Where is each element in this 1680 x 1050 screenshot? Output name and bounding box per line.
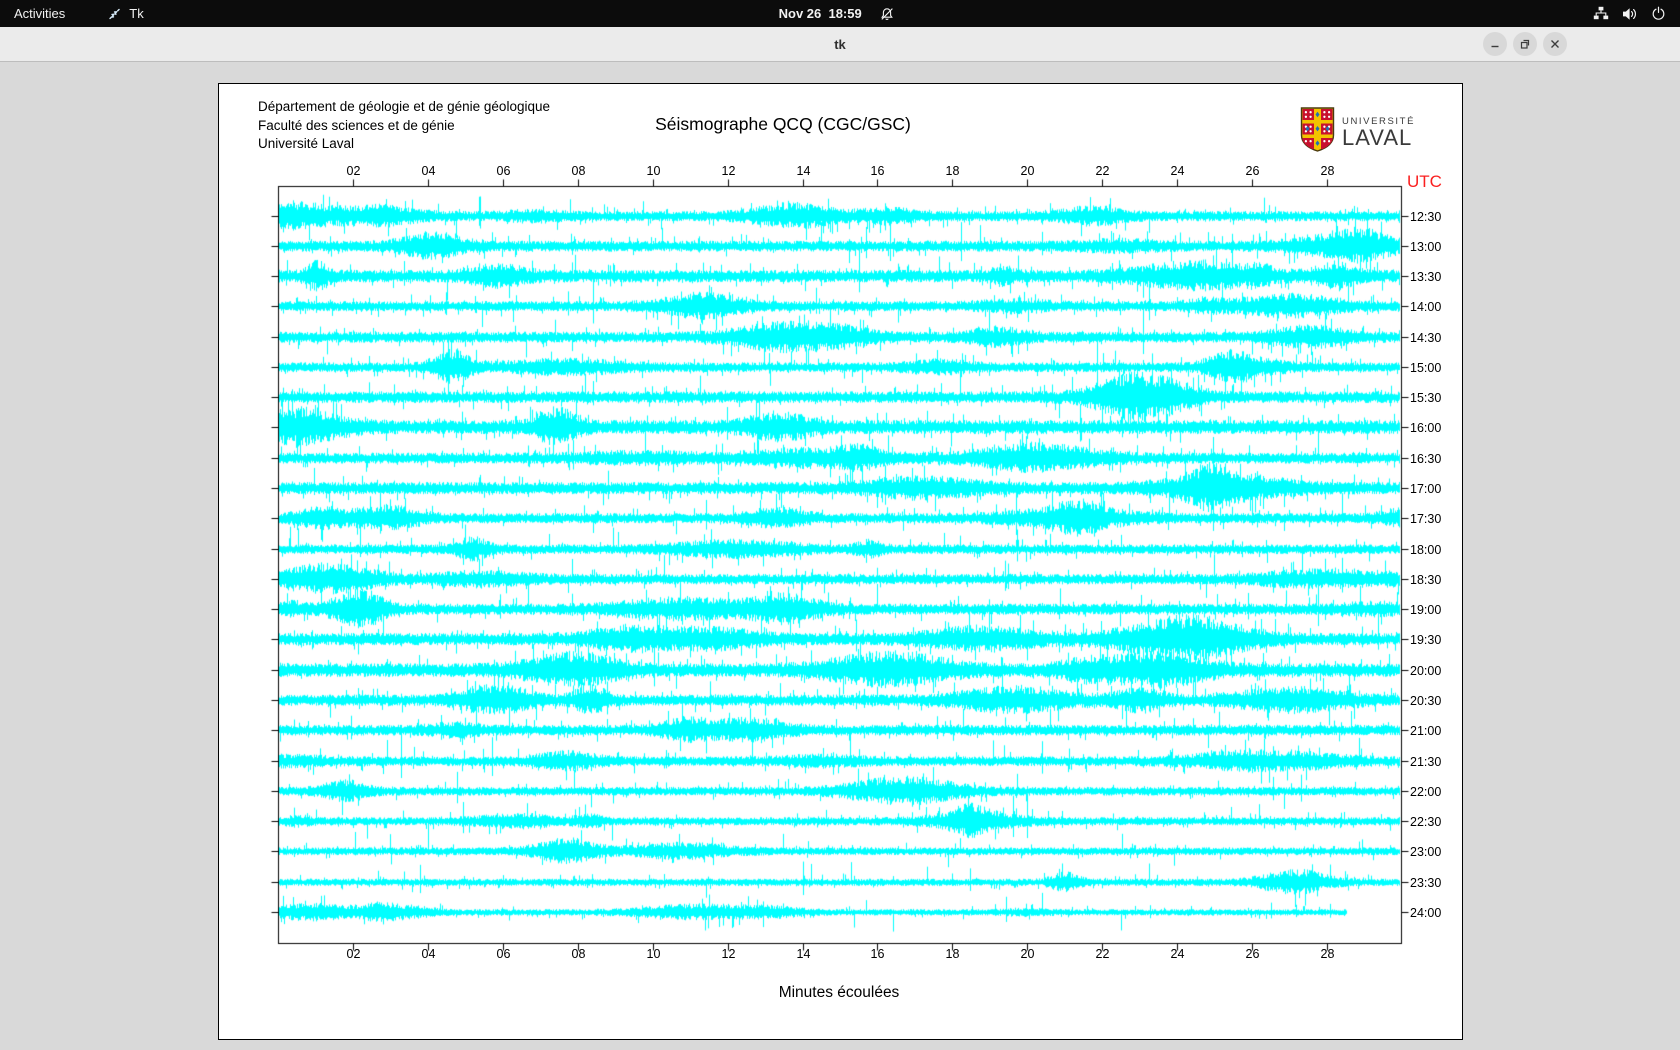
x-tick-label-bottom: 04 bbox=[416, 947, 442, 962]
x-tick-label-top: 14 bbox=[791, 164, 817, 179]
window-title: tk bbox=[0, 27, 1680, 62]
trace-time-label: 21:00 bbox=[1410, 723, 1441, 739]
trace-time-label: 15:00 bbox=[1410, 360, 1441, 376]
tk-feather-icon bbox=[107, 6, 122, 21]
minimize-button[interactable] bbox=[1483, 32, 1507, 56]
trace-time-label: 23:30 bbox=[1410, 875, 1441, 891]
x-tick-label-top: 26 bbox=[1240, 164, 1266, 179]
x-tick-label-top: 24 bbox=[1165, 164, 1191, 179]
seismograph-document: Département de géologie et de génie géol… bbox=[218, 83, 1463, 1040]
institution-line-2: Faculté des sciences et de génie bbox=[258, 117, 550, 136]
laval-wordmark: UNIVERSITÉ LAVAL bbox=[1342, 116, 1415, 148]
trace-time-label: 16:30 bbox=[1410, 451, 1441, 467]
trace-time-label: 13:30 bbox=[1410, 269, 1441, 285]
trace-time-label: 19:00 bbox=[1410, 602, 1441, 618]
institution-line-1: Département de géologie et de génie géol… bbox=[258, 98, 550, 117]
volume-icon bbox=[1622, 7, 1638, 21]
x-tick-label-top: 22 bbox=[1090, 164, 1116, 179]
trace-time-label: 13:00 bbox=[1410, 239, 1441, 255]
activities-button[interactable]: Activities bbox=[0, 0, 79, 27]
trace-time-label: 20:30 bbox=[1410, 693, 1441, 709]
x-tick-label-top: 12 bbox=[716, 164, 742, 179]
close-icon bbox=[1549, 38, 1561, 50]
trace-time-label: 16:00 bbox=[1410, 420, 1441, 436]
x-tick-label-top: 02 bbox=[341, 164, 367, 179]
trace-time-label: 14:30 bbox=[1410, 330, 1441, 346]
restore-button[interactable] bbox=[1513, 32, 1537, 56]
x-tick-label-bottom: 02 bbox=[341, 947, 367, 962]
x-tick-label-bottom: 22 bbox=[1090, 947, 1116, 962]
institution-header: Département de géologie et de génie géol… bbox=[258, 98, 550, 154]
trace-time-label: 14:00 bbox=[1410, 299, 1441, 315]
power-icon bbox=[1651, 6, 1666, 21]
minimize-icon bbox=[1489, 38, 1501, 50]
seismogram-plot-canvas bbox=[219, 84, 1462, 1039]
x-tick-label-bottom: 18 bbox=[940, 947, 966, 962]
x-tick-label-bottom: 16 bbox=[865, 947, 891, 962]
trace-time-label: 20:00 bbox=[1410, 663, 1441, 679]
trace-time-label: 22:30 bbox=[1410, 814, 1441, 830]
trace-time-label: 18:00 bbox=[1410, 542, 1441, 558]
clock-text[interactable]: Nov 26 18:59 bbox=[779, 6, 862, 21]
x-tick-label-bottom: 06 bbox=[491, 947, 517, 962]
x-tick-label-top: 04 bbox=[416, 164, 442, 179]
trace-time-label: 12:30 bbox=[1410, 209, 1441, 225]
trace-time-label: 17:30 bbox=[1410, 511, 1441, 527]
clock-area: Nov 26 18:59 bbox=[0, 0, 1680, 27]
x-tick-label-bottom: 26 bbox=[1240, 947, 1266, 962]
x-tick-label-top: 10 bbox=[641, 164, 667, 179]
x-tick-label-bottom: 14 bbox=[791, 947, 817, 962]
x-tick-label-top: 20 bbox=[1015, 164, 1041, 179]
window-content: Département de géologie et de génie géol… bbox=[0, 62, 1680, 1050]
laval-shield-icon bbox=[1299, 106, 1336, 158]
x-tick-label-bottom: 08 bbox=[566, 947, 592, 962]
x-tick-label-top: 28 bbox=[1315, 164, 1341, 179]
gnome-top-bar: Activities Tk Nov 26 18:59 bbox=[0, 0, 1680, 27]
institution-line-3: Université Laval bbox=[258, 135, 550, 154]
activities-label: Activities bbox=[14, 6, 65, 21]
universite-laval-logo: UNIVERSITÉ LAVAL bbox=[1299, 106, 1415, 158]
system-status-area[interactable] bbox=[1593, 0, 1666, 27]
trace-time-label: 17:00 bbox=[1410, 481, 1441, 497]
app-indicator-label: Tk bbox=[129, 6, 143, 21]
trace-time-label: 21:30 bbox=[1410, 754, 1441, 770]
plot-title: Séismographe QCQ (CGC/GSC) bbox=[655, 114, 911, 135]
x-tick-label-top: 06 bbox=[491, 164, 517, 179]
close-button[interactable] bbox=[1543, 32, 1567, 56]
utc-axis-label: UTC bbox=[1407, 172, 1442, 192]
laval-wordmark-bottom: LAVAL bbox=[1342, 127, 1415, 148]
trace-time-label: 22:00 bbox=[1410, 784, 1441, 800]
restore-icon bbox=[1519, 38, 1531, 50]
trace-time-label: 15:30 bbox=[1410, 390, 1441, 406]
x-tick-label-bottom: 20 bbox=[1015, 947, 1041, 962]
window-titlebar[interactable]: tk bbox=[0, 27, 1680, 62]
x-tick-label-top: 18 bbox=[940, 164, 966, 179]
network-wired-icon bbox=[1593, 6, 1609, 21]
x-tick-label-bottom: 24 bbox=[1165, 947, 1191, 962]
trace-time-label: 18:30 bbox=[1410, 572, 1441, 588]
trace-time-label: 24:00 bbox=[1410, 905, 1441, 921]
x-tick-label-bottom: 10 bbox=[641, 947, 667, 962]
x-tick-label-top: 08 bbox=[566, 164, 592, 179]
trace-time-label: 19:30 bbox=[1410, 632, 1441, 648]
x-tick-label-bottom: 28 bbox=[1315, 947, 1341, 962]
trace-time-label: 23:00 bbox=[1410, 844, 1441, 860]
app-indicator-tk[interactable]: Tk bbox=[107, 6, 143, 21]
x-tick-label-bottom: 12 bbox=[716, 947, 742, 962]
x-tick-label-top: 16 bbox=[865, 164, 891, 179]
x-axis-title: Minutes écoulées bbox=[779, 984, 900, 1002]
